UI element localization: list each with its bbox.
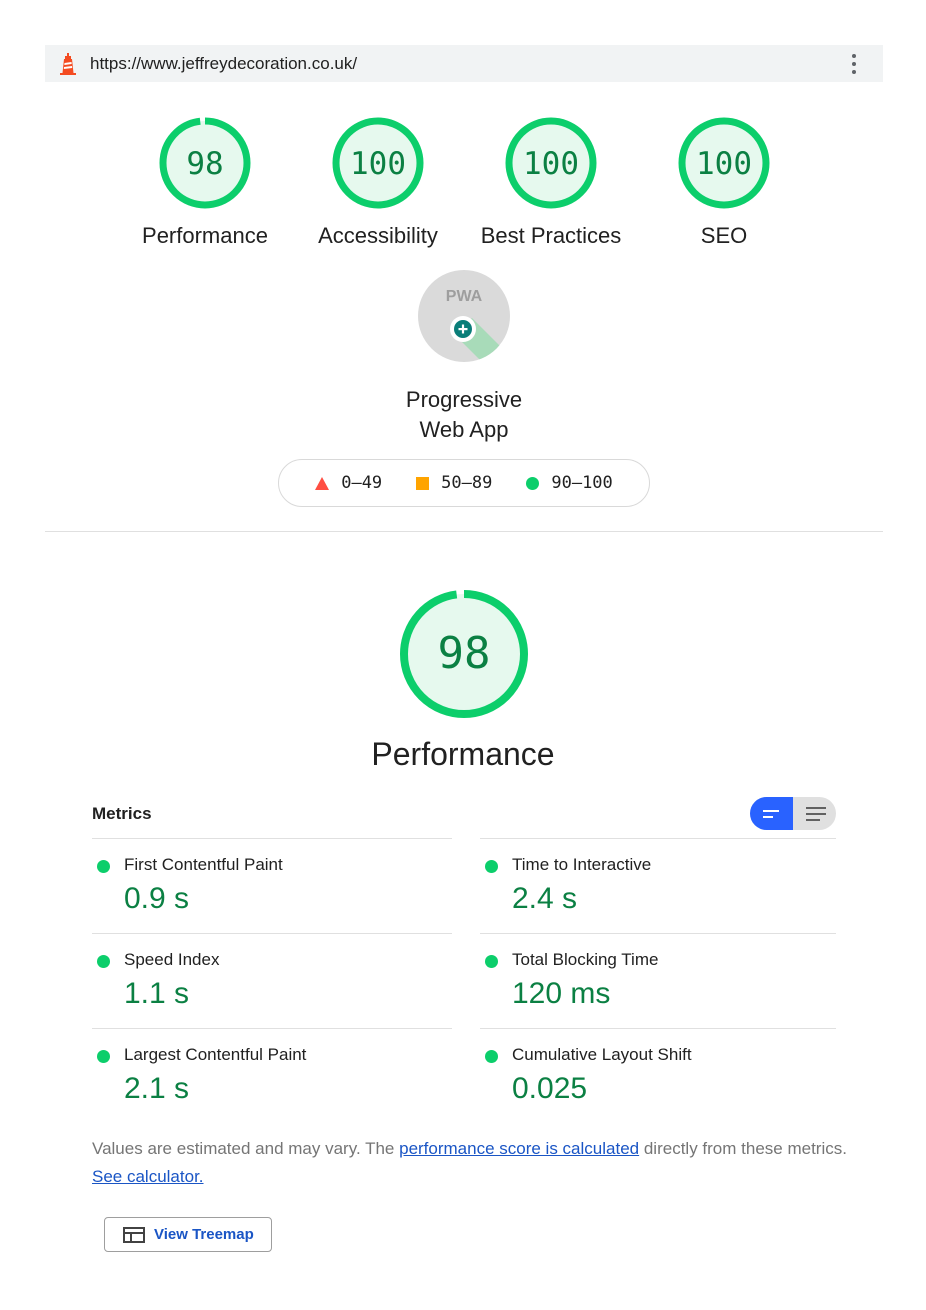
gauge-label: Performance	[142, 223, 268, 248]
metric-name: Cumulative Layout Shift	[512, 1045, 692, 1064]
gauge-seo[interactable]: 100 SEO	[644, 115, 804, 249]
gauge-pwa[interactable]: PWA Progressive Web App	[384, 268, 544, 445]
metric-cumulative-layout-shift: Cumulative Layout Shift 0.025	[480, 1028, 836, 1123]
metric-largest-contentful-paint: Largest Contentful Paint 2.1 s	[92, 1028, 452, 1123]
metrics-note: Values are estimated and may vary. The p…	[92, 1135, 852, 1191]
metric-speed-index: Speed Index 1.1 s	[92, 933, 452, 1028]
gauge-label: SEO	[700, 223, 748, 248]
metric-total-blocking-time: Total Blocking Time 120 ms	[480, 933, 836, 1028]
treemap-icon	[123, 1226, 145, 1243]
score-legend: 0–49 50–89 90–100	[278, 459, 650, 507]
pwa-label-line2: Web App	[419, 417, 509, 442]
metrics-view-toggle[interactable]	[750, 797, 836, 830]
performance-title: Performance	[371, 736, 555, 772]
metrics-column-right: Time to Interactive 2.4 s Total Blocking…	[480, 838, 836, 1123]
metric-name: Total Blocking Time	[512, 950, 659, 969]
pass-circle-icon	[485, 860, 498, 873]
pass-circle-icon	[485, 955, 498, 968]
lighthouse-icon	[60, 52, 76, 75]
metrics-heading: Metrics	[92, 804, 152, 823]
metric-time-to-interactive: Time to Interactive 2.4 s	[480, 838, 836, 933]
gauge-score: 98	[186, 146, 224, 182]
metric-name: Time to Interactive	[512, 855, 652, 874]
url-bar: https://www.jeffreydecoration.co.uk/	[45, 45, 883, 82]
performance-gauge: 98	[398, 588, 530, 720]
pass-circle-icon	[485, 1050, 498, 1063]
square-icon	[416, 476, 430, 490]
metric-first-contentful-paint: First Contentful Paint 0.9 s	[92, 838, 452, 933]
legend-fail-label: 0–49	[341, 473, 383, 493]
url-text: https://www.jeffreydecoration.co.uk/	[90, 53, 358, 73]
metric-name: Largest Contentful Paint	[124, 1045, 307, 1064]
legend-average: 50–89	[416, 473, 492, 493]
see-calculator-link[interactable]: See calculator.	[92, 1167, 204, 1186]
pwa-badge-icon: PWA	[418, 270, 510, 362]
gauge-best-practices[interactable]: 100 Best Practices	[471, 115, 631, 249]
gauge-score: 100	[523, 146, 579, 182]
legend-fail: 0–49	[315, 473, 382, 493]
metrics-column-left: First Contentful Paint 0.9 s Speed Index…	[92, 838, 452, 1123]
circle-icon	[526, 476, 540, 490]
metric-value: 2.4 s	[512, 882, 578, 915]
expanded-view-icon[interactable]	[793, 797, 836, 830]
gauge-accessibility[interactable]: 100 Accessibility	[298, 115, 458, 249]
gauge-score: 100	[350, 146, 406, 182]
pass-circle-icon	[97, 1050, 110, 1063]
pwa-badge-text: PWA	[446, 288, 483, 305]
gauge-label: Best Practices	[480, 223, 622, 248]
triangle-icon	[315, 476, 330, 490]
metric-value: 2.1 s	[124, 1072, 190, 1105]
view-treemap-button[interactable]: View Treemap	[104, 1217, 272, 1252]
note-text-before: Values are estimated and may vary. The	[92, 1139, 400, 1158]
metric-value: 0.025	[512, 1072, 588, 1105]
metric-value: 1.1 s	[124, 977, 190, 1010]
legend-average-label: 50–89	[441, 473, 493, 493]
pass-circle-icon	[97, 955, 110, 968]
metric-value: 120 ms	[512, 977, 611, 1010]
legend-pass: 90–100	[526, 473, 613, 493]
compact-view-icon[interactable]	[750, 797, 793, 830]
legend-pass-label: 90–100	[551, 473, 613, 493]
metric-value: 0.9 s	[124, 882, 190, 915]
metric-name: Speed Index	[124, 950, 220, 969]
gauge-performance[interactable]: 98 Performance	[125, 115, 285, 249]
performance-score: 98	[437, 628, 491, 679]
score-calculated-link[interactable]: performance score is calculated	[399, 1139, 639, 1158]
note-text-middle: directly from these metrics.	[639, 1139, 847, 1158]
pwa-label-line1: Progressive	[405, 387, 523, 412]
section-divider	[45, 531, 883, 532]
more-vertical-icon[interactable]	[851, 54, 857, 74]
gauge-score: 100	[696, 146, 752, 182]
view-treemap-label: View Treemap	[154, 1226, 254, 1243]
metric-name: First Contentful Paint	[124, 855, 283, 874]
pass-circle-icon	[97, 860, 110, 873]
gauge-label: Accessibility	[318, 223, 438, 248]
